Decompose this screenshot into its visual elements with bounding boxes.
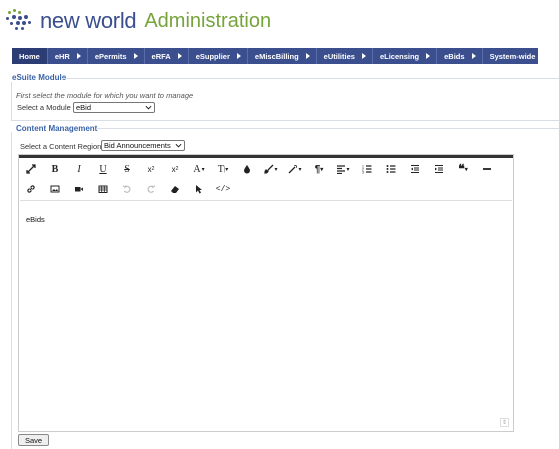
- module-label: Select a Module: [17, 103, 71, 112]
- select-icon[interactable]: [187, 180, 211, 198]
- rich-text-editor: B I U S x2 x2 A ▾ T | ▾ ▾ ▾ ¶ ▾ ▾ 123 ❝ ▾ </>…: [18, 154, 514, 432]
- esuite-section-title: eSuite Module: [12, 73, 67, 82]
- module-hint: First select the module for which you wa…: [16, 91, 194, 100]
- quote-icon[interactable]: ❝ ▾: [451, 160, 475, 178]
- eraser-icon[interactable]: [163, 180, 187, 198]
- section-border: [11, 132, 12, 449]
- outdent-icon[interactable]: [403, 160, 427, 178]
- link-icon[interactable]: [19, 180, 43, 198]
- editor-content-area[interactable]: eBids ⇕: [20, 200, 512, 430]
- unordered-list-icon[interactable]: [379, 160, 403, 178]
- editor-toolbar-row-2: </>: [19, 179, 513, 199]
- nav-label: eHR: [54, 51, 70, 61]
- editor-toolbar-row-1: B I U S x2 x2 A ▾ T | ▾ ▾ ▾ ¶ ▾ ▾ 123 ❝ ▾: [19, 159, 513, 179]
- nav-label: eUtilities: [323, 51, 355, 61]
- ordered-list-icon[interactable]: 123: [355, 160, 379, 178]
- nav-item-ebids[interactable]: eBids: [437, 48, 483, 64]
- nav-item-system-wide-settings[interactable]: System-wide Settings: [483, 48, 559, 64]
- undo-icon[interactable]: [115, 180, 139, 198]
- indent-icon[interactable]: [427, 160, 451, 178]
- nav-item-elicensing[interactable]: eLicensing: [373, 48, 438, 64]
- brand-logo: new world Administration: [6, 6, 271, 36]
- text-style-icon[interactable]: T | ▾: [211, 160, 235, 178]
- nav-label: ePermits: [94, 51, 127, 61]
- superscript-icon[interactable]: x2: [163, 160, 187, 178]
- nav-item-ehr[interactable]: eHR: [48, 48, 88, 64]
- main-nav: Home eHR ePermits eRFA eSupplier eMiscBi…: [12, 48, 559, 64]
- code-view-icon[interactable]: </>: [211, 180, 235, 198]
- resize-handle-icon[interactable]: ⇕: [500, 418, 509, 427]
- nav-item-erfa[interactable]: eRFA: [145, 48, 189, 64]
- region-label: Select a Content Region: [20, 142, 102, 151]
- font-size-icon[interactable]: A ▾: [187, 160, 211, 178]
- caret-right-icon: [133, 53, 138, 59]
- nav-label: eSupplier: [195, 51, 230, 61]
- module-select-value: eBid: [76, 103, 92, 112]
- section-divider: [11, 120, 559, 121]
- logo-dots-icon: [6, 9, 34, 33]
- nav-item-esupplier[interactable]: eSupplier: [189, 48, 248, 64]
- editor-body-text: eBids: [26, 215, 45, 224]
- bold-icon[interactable]: B: [43, 160, 67, 178]
- brush-icon[interactable]: ▾: [259, 160, 283, 178]
- nav-label: eMiscBilling: [254, 51, 299, 61]
- redo-icon[interactable]: [139, 180, 163, 198]
- region-select-value: Bid Announcements: [104, 141, 171, 150]
- horizontal-rule-icon[interactable]: [475, 160, 499, 178]
- nav-item-eutilities[interactable]: eUtilities: [317, 48, 373, 64]
- color-icon[interactable]: [235, 160, 259, 178]
- brand-name: new world: [40, 8, 137, 33]
- nav-item-epermits[interactable]: ePermits: [88, 48, 145, 64]
- caret-right-icon: [361, 53, 366, 59]
- nav-label: System-wide Settings: [489, 51, 559, 61]
- chevron-down-icon: [175, 143, 182, 148]
- nav-label: eRFA: [151, 51, 171, 61]
- nav-label: eBids: [444, 51, 465, 61]
- nav-item-home[interactable]: Home: [12, 48, 48, 64]
- caret-right-icon: [177, 53, 182, 59]
- brand-suffix: Administration: [144, 9, 272, 32]
- caret-right-icon: [305, 53, 310, 59]
- video-icon[interactable]: [67, 180, 91, 198]
- nav-item-emiscbilling[interactable]: eMiscBilling: [248, 48, 317, 64]
- underline-icon[interactable]: U: [91, 160, 115, 178]
- image-icon[interactable]: [43, 180, 67, 198]
- fullscreen-icon[interactable]: [19, 160, 43, 178]
- magic-icon[interactable]: ▾: [283, 160, 307, 178]
- region-select[interactable]: Bid Announcements: [101, 140, 185, 151]
- chevron-down-icon: [145, 105, 152, 110]
- save-button[interactable]: Save: [18, 434, 49, 446]
- caret-right-icon: [426, 53, 431, 59]
- module-select[interactable]: eBid: [73, 102, 155, 113]
- section-divider: [62, 78, 559, 79]
- nav-label: eLicensing: [379, 51, 420, 61]
- paragraph-icon[interactable]: ¶ ▾: [307, 160, 331, 178]
- caret-right-icon: [236, 53, 241, 59]
- align-icon[interactable]: ▾: [331, 160, 355, 178]
- nav-label: Home: [19, 51, 40, 61]
- section-divider: [96, 128, 559, 129]
- section-border: [11, 82, 12, 120]
- caret-right-icon: [471, 53, 476, 59]
- table-icon[interactable]: [91, 180, 115, 198]
- content-section-title: Content Management: [16, 124, 98, 133]
- caret-right-icon: [76, 53, 81, 59]
- strikethrough-icon[interactable]: S: [115, 160, 139, 178]
- subscript-icon[interactable]: x2: [139, 160, 163, 178]
- editor-top-border: [19, 155, 513, 158]
- italic-icon[interactable]: I: [67, 160, 91, 178]
- svg-text:3: 3: [362, 171, 364, 175]
